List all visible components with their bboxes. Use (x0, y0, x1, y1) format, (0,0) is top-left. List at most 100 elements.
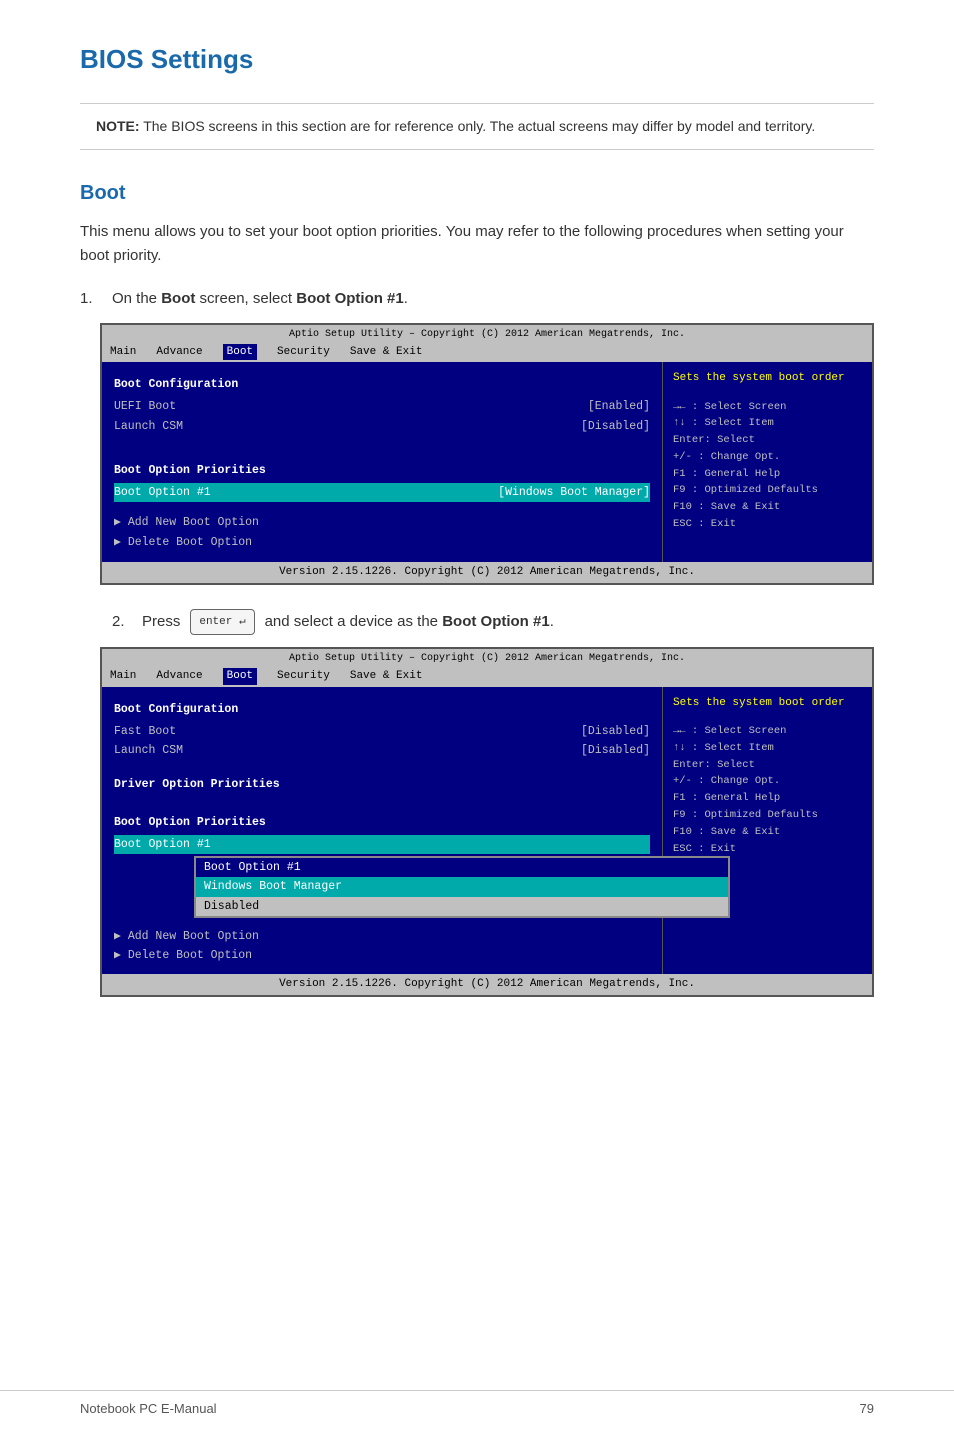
bios-value-bootoption1-1: [Windows Boot Manager] (498, 484, 650, 501)
bios-menu-bar-2: Main Advance Boot Security Save & Exit (110, 668, 864, 685)
note-box: NOTE: The BIOS screens in this section a… (80, 103, 874, 150)
bios-key-selectitem-2: ↑↓ : Select Item (673, 740, 862, 757)
bios-key-esc-1: ESC : Exit (673, 516, 862, 533)
step-1-text: On the Boot screen, select Boot Option #… (112, 288, 408, 311)
bios-footer-1: Version 2.15.1226. Copyright (C) 2012 Am… (102, 562, 872, 583)
bios-link-addnew-1: Add New Boot Option (114, 514, 650, 531)
bios-row-uefiboot: UEFI Boot [Enabled] (114, 397, 650, 416)
bios-menu-advance-2: Advance (156, 668, 202, 685)
bios-keys-2: →← : Select Screen ↑↓ : Select Item Ente… (673, 723, 862, 857)
bios-link-delete-1: Delete Boot Option (114, 534, 650, 551)
bios-menu-boot-2: Boot (223, 668, 257, 685)
bios-key-help-2: F1 : General Help (673, 790, 862, 807)
bios-link-delete-2: Delete Boot Option (114, 947, 650, 964)
section-title: Boot (80, 178, 874, 208)
bios-key-save-2: F10 : Save & Exit (673, 824, 862, 841)
bios-screen-1: Aptio Setup Utility – Copyright (C) 2012… (100, 323, 874, 585)
bios-copyright-1: Aptio Setup Utility – Copyright (C) 2012… (110, 327, 864, 342)
step-2: 2. Press enter ↵ and select a device as … (80, 609, 874, 997)
bios-row-launchcsm-1: Launch CSM [Disabled] (114, 417, 650, 436)
note-label: NOTE: (96, 118, 140, 134)
step-1-number: 1. (80, 288, 100, 311)
bios-screen-2-wrapper: Aptio Setup Utility – Copyright (C) 2012… (100, 647, 874, 997)
footer-right: 79 (860, 1399, 874, 1419)
bios-label-uefiboot: UEFI Boot (114, 398, 176, 415)
bios-screen-2: Aptio Setup Utility – Copyright (C) 2012… (100, 647, 874, 997)
step-2-bold: Boot Option #1 (442, 613, 550, 630)
note-text: The BIOS screens in this section are for… (143, 118, 815, 134)
page-title: BIOS Settings (80, 40, 874, 79)
step-1-bold2: Boot Option #1 (296, 290, 404, 307)
bios-label-bootoption1-1: Boot Option #1 (114, 484, 211, 501)
bios-left-1: Boot Configuration UEFI Boot [Enabled] L… (102, 362, 662, 562)
bios-label-launchcsm-1: Launch CSM (114, 418, 183, 435)
bios-key-save-1: F10 : Save & Exit (673, 499, 862, 516)
bios-key-enter-2: Enter: Select (673, 757, 862, 774)
bios-popup: Boot Option #1 Windows Boot Manager Disa… (194, 856, 730, 918)
step-2-text-after: and select a device as the Boot Option #… (265, 611, 554, 634)
bios-footer-2: Version 2.15.1226. Copyright (C) 2012 Am… (102, 974, 872, 995)
step-2-number: 2. (112, 611, 132, 634)
bios-menu-saveexit-2: Save & Exit (350, 668, 423, 685)
bios-right-1: Sets the system boot order →← : Select S… (662, 362, 872, 562)
bios-menu-saveexit-1: Save & Exit (350, 344, 423, 361)
bios-link-addnew-2: Add New Boot Option (114, 928, 650, 945)
bios-copyright-2: Aptio Setup Utility – Copyright (C) 2012… (110, 651, 864, 666)
bios-right-2: Sets the system boot order →← : Select S… (662, 687, 872, 975)
bios-desc-1: Sets the system boot order (673, 370, 862, 387)
step-1-bold1: Boot (161, 290, 195, 307)
step-1: 1. On the Boot screen, select Boot Optio… (80, 288, 874, 585)
bios-body-1: Boot Configuration UEFI Boot [Enabled] L… (102, 362, 872, 562)
bios-desc-2: Sets the system boot order (673, 695, 862, 712)
step-2-heading: 2. Press enter ↵ and select a device as … (112, 609, 874, 636)
enter-key-button: enter ↵ (190, 609, 254, 636)
footer-left: Notebook PC E-Manual (80, 1399, 217, 1419)
bios-topbar-2: Aptio Setup Utility – Copyright (C) 2012… (102, 649, 872, 687)
bios-menu-main-1: Main (110, 344, 136, 361)
bios-menu-advance-1: Advance (156, 344, 202, 361)
bios-key-help-1: F1 : General Help (673, 466, 862, 483)
bios-menu-boot-1: Boot (223, 344, 257, 361)
bios-row-fastboot: Fast Boot [Disabled] (114, 722, 650, 741)
bios-key-changeopt-1: +/- : Change Opt. (673, 449, 862, 466)
bios-label-bootoption1-2: Boot Option #1 (114, 836, 211, 853)
bios-key-defaults-1: F9 : Optimized Defaults (673, 482, 862, 499)
bios-section-bootopts-2: Boot Option Priorities (114, 814, 650, 831)
step-1-heading: 1. On the Boot screen, select Boot Optio… (80, 288, 874, 311)
bios-body-2: Boot Configuration Fast Boot [Disabled] … (102, 687, 872, 975)
bios-section-bootconfig-2: Boot Configuration (114, 701, 650, 718)
bios-menu-bar-1: Main Advance Boot Security Save & Exit (110, 344, 864, 361)
bios-section-bootconfig-1: Boot Configuration (114, 376, 650, 393)
bios-key-selectitem-1: ↑↓ : Select Item (673, 415, 862, 432)
bios-key-enter-1: Enter: Select (673, 432, 862, 449)
bios-section-bootopts-1: Boot Option Priorities (114, 462, 650, 479)
bios-label-fastboot: Fast Boot (114, 723, 176, 740)
bios-topbar-1: Aptio Setup Utility – Copyright (C) 2012… (102, 325, 872, 363)
bios-popup-container: Boot Option #1 Windows Boot Manager Disa… (194, 856, 730, 918)
bios-popup-item-0: Windows Boot Manager (196, 877, 728, 896)
section-description: This menu allows you to set your boot op… (80, 220, 874, 268)
bios-menu-security-2: Security (277, 668, 330, 685)
bios-row-bootoption1-2: Boot Option #1 (114, 835, 650, 854)
bios-key-changeopt-2: +/- : Change Opt. (673, 773, 862, 790)
bios-menu-main-2: Main (110, 668, 136, 685)
bios-key-defaults-2: F9 : Optimized Defaults (673, 807, 862, 824)
bios-left-2: Boot Configuration Fast Boot [Disabled] … (102, 687, 662, 975)
bios-popup-title: Boot Option #1 (196, 858, 728, 877)
bios-key-esc-2: ESC : Exit (673, 841, 862, 858)
bios-row-launchcsm-2: Launch CSM [Disabled] (114, 741, 650, 760)
bios-keys-1: →← : Select Screen ↑↓ : Select Item Ente… (673, 399, 862, 533)
bios-key-selectscreen-1: →← : Select Screen (673, 399, 862, 416)
bios-key-selectscreen-2: →← : Select Screen (673, 723, 862, 740)
bios-label-launchcsm-2: Launch CSM (114, 742, 183, 759)
page-footer: Notebook PC E-Manual 79 (0, 1390, 954, 1419)
bios-value-launchcsm-1: [Disabled] (581, 418, 650, 435)
bios-menu-security-1: Security (277, 344, 330, 361)
bios-row-bootoption1-1: Boot Option #1 [Windows Boot Manager] (114, 483, 650, 502)
bios-value-uefiboot: [Enabled] (588, 398, 650, 415)
bios-value-fastboot: [Disabled] (581, 723, 650, 740)
bios-section-driveropts: Driver Option Priorities (114, 776, 650, 793)
bios-value-launchcsm-2: [Disabled] (581, 742, 650, 759)
step-2-text-press: Press (142, 611, 180, 634)
bios-popup-item-1: Disabled (196, 897, 728, 916)
